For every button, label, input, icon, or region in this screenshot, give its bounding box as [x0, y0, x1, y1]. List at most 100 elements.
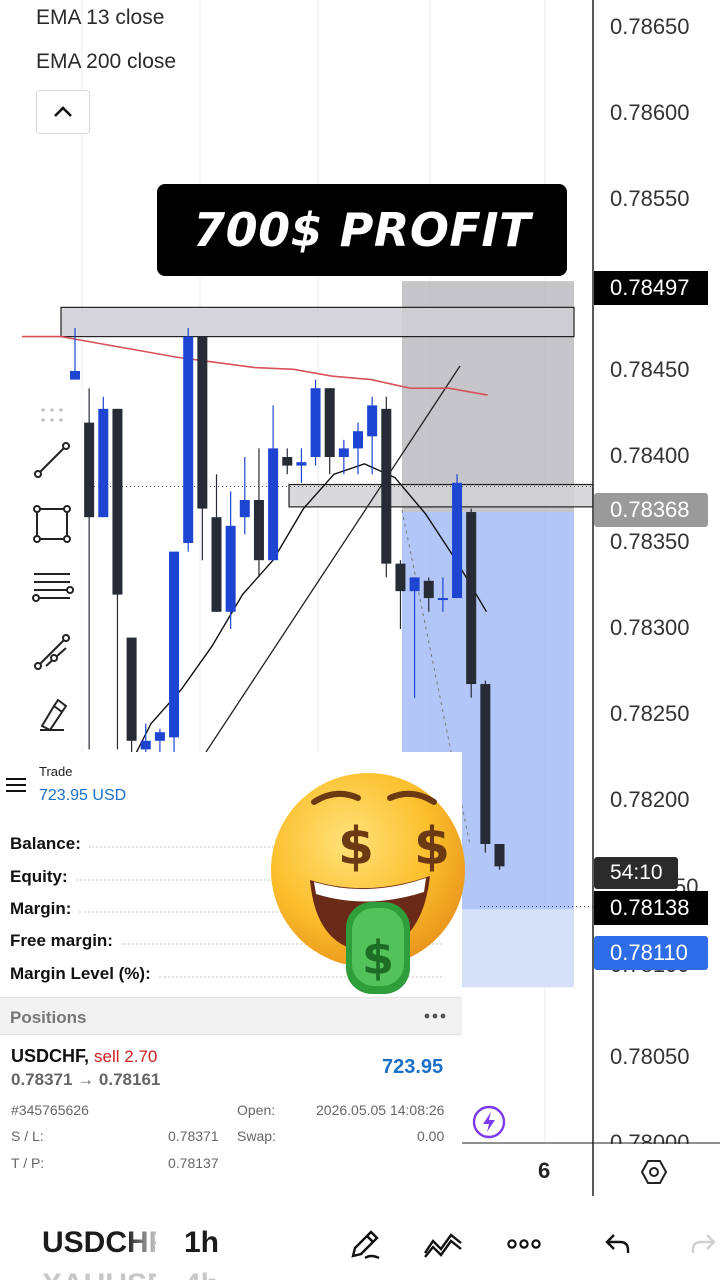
lightning-icon[interactable]: [471, 1104, 507, 1140]
svg-text:$: $: [414, 817, 450, 877]
price-tick: 0.78300: [610, 615, 690, 640]
candle-body: [140, 740, 151, 750]
candle-body: [197, 336, 208, 509]
sl-label: S / L:: [11, 1128, 44, 1144]
brush-tool-icon[interactable]: [22, 688, 82, 744]
candle-body: [452, 482, 463, 599]
candle-body: [423, 580, 434, 599]
candle-body: [268, 448, 279, 561]
rectangle-tool-icon[interactable]: [22, 496, 82, 552]
next-symbol-tab[interactable]: XAUUSD: [42, 1268, 156, 1280]
candle-body: [112, 408, 123, 595]
margin-label: Margin:: [10, 899, 72, 918]
countdown-tag: 54:10: [594, 857, 678, 889]
price-tick: 0.78000: [610, 1130, 690, 1144]
trade-title: Trade: [39, 764, 73, 779]
money-face-emoji: $ $ $: [271, 773, 465, 994]
chart-count[interactable]: 6: [538, 1158, 550, 1184]
margin-level-label: Margin Level (%):: [10, 964, 151, 983]
candle-body: [211, 517, 222, 612]
pitchfork-tool-icon[interactable]: [22, 624, 82, 680]
candle-body: [253, 500, 264, 561]
candle-body: [494, 844, 505, 867]
candle-body: [282, 457, 293, 466]
price-tick-clip: 0.78000: [594, 1128, 714, 1144]
position-side: sell 2.70: [94, 1047, 158, 1066]
candle-body: [98, 408, 109, 518]
candle-body: [381, 408, 392, 564]
position-profit: 723.95: [382, 1056, 444, 1078]
open-label: Open:: [237, 1102, 276, 1118]
candle-body: [296, 462, 307, 466]
trade-amount: 723.95 USD: [39, 787, 127, 804]
price-tick: 0.78050: [610, 1044, 690, 1069]
price-tag-last: 0.78138: [594, 891, 708, 925]
tp-value: 0.78137: [168, 1155, 219, 1171]
sl-value: 0.78371: [168, 1128, 219, 1144]
swap-label: Swap:: [237, 1128, 276, 1144]
swap-value: 0.00: [417, 1128, 445, 1144]
indicators-icon[interactable]: [421, 1224, 465, 1264]
candle-body: [126, 637, 137, 741]
settings-hex-icon[interactable]: [640, 1158, 668, 1186]
equity-label: Equity:: [10, 867, 68, 886]
candle-body: [437, 598, 448, 601]
drawing-toolbar: [22, 388, 82, 748]
resistance-zone: [60, 306, 575, 338]
free-margin-label: Free margin:: [10, 931, 113, 950]
balance-label: Balance:: [10, 834, 81, 853]
price-tick: 0.78350: [610, 529, 690, 554]
candle-body: [338, 448, 349, 457]
positions-title: Positions: [10, 1008, 87, 1027]
more-icon[interactable]: [502, 1224, 546, 1264]
candle-body: [154, 732, 165, 741]
price-tag-entry: 0.78368: [594, 493, 708, 527]
candle-body: [324, 388, 335, 457]
collapse-indicators-button[interactable]: [36, 90, 90, 134]
indicator-ema13[interactable]: EMA 13 close: [36, 6, 164, 30]
candle-body: [353, 431, 363, 449]
chevron-up-icon: [54, 106, 72, 117]
candle-body: [169, 551, 180, 738]
next-timeframe-tab[interactable]: 4h: [184, 1268, 219, 1280]
position-item[interactable]: USDCHF, sell 2.70 0.78371 → 0.78161 723.…: [0, 1036, 462, 1180]
price-tick: 0.78200: [610, 787, 690, 812]
trend-line-tool-icon[interactable]: [22, 432, 82, 488]
candle-body: [409, 577, 420, 592]
next-timeframe-clip: 4h: [184, 1268, 244, 1280]
candle-body: [183, 336, 194, 543]
menu-icon[interactable]: [6, 777, 28, 793]
support-zone: [288, 483, 594, 508]
profit-banner: 700$ PROFIT: [157, 184, 567, 276]
indicator-ema200[interactable]: EMA 200 close: [36, 50, 176, 74]
undo-icon[interactable]: [596, 1224, 640, 1264]
price-tick: 0.78600: [610, 100, 690, 125]
more-options-icon[interactable]: [424, 1012, 446, 1020]
svg-text:$: $: [362, 931, 394, 985]
position-symbol: USDCHF,: [11, 1046, 90, 1066]
pencil-icon[interactable]: [343, 1224, 387, 1264]
price-tick: 0.78650: [610, 14, 690, 39]
tp-label: T / P:: [11, 1155, 45, 1171]
price-tick: 0.78450: [610, 357, 690, 382]
redo-icon[interactable]: [686, 1224, 720, 1264]
candle-body: [395, 563, 406, 592]
timeframe-tab[interactable]: 1h: [184, 1226, 219, 1260]
position-prices: 0.78371 → 0.78161: [11, 1070, 161, 1089]
candle-body: [466, 512, 477, 685]
candle-body: [225, 525, 236, 612]
candle-body: [84, 422, 95, 518]
price-tag-bid: 0.78110: [594, 936, 708, 970]
svg-text:$: $: [338, 817, 374, 877]
price-tick: 0.78250: [610, 701, 690, 726]
price-tag-stop: 0.78497: [594, 271, 708, 305]
symbol-fade: [126, 1226, 166, 1266]
candle-body: [239, 500, 250, 518]
positions-header: Positions: [0, 997, 462, 1035]
open-time: 2026.05.05 14:08:26: [316, 1102, 445, 1118]
candle-body: [367, 405, 378, 437]
fibonacci-tool-icon[interactable]: [22, 560, 82, 616]
next-symbol-clip: XAUUSD: [42, 1268, 156, 1280]
candle-body: [480, 684, 491, 844]
price-tick: 0.78550: [610, 186, 690, 211]
